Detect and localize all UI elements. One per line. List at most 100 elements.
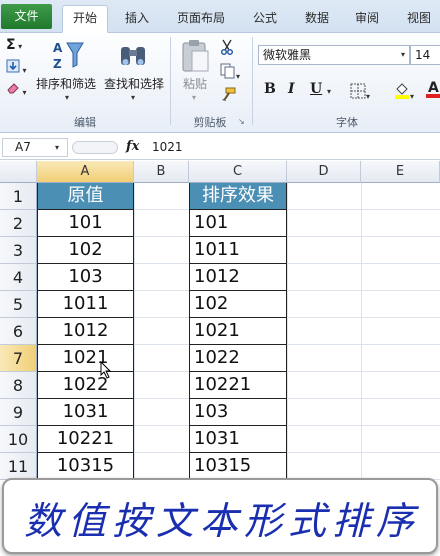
- group-divider: [170, 37, 171, 125]
- table-cell[interactable]: 102: [37, 237, 134, 264]
- scissors-icon: [220, 39, 234, 56]
- table-cell[interactable]: 10315: [37, 453, 134, 480]
- clear-button[interactable]: ▾: [6, 81, 34, 99]
- copy-button[interactable]: ▾: [220, 63, 246, 81]
- table-cell[interactable]: 1021: [37, 345, 134, 372]
- clipboard-icon: [182, 40, 209, 72]
- svg-text:Z: Z: [53, 57, 62, 71]
- sort-filter-label: 排序和筛选: [36, 77, 97, 91]
- row-header[interactable]: 7: [0, 345, 37, 372]
- sort-az-funnel-icon: A Z: [53, 41, 84, 71]
- borders-button[interactable]: ▾: [350, 83, 378, 101]
- column-header-d[interactable]: D: [287, 161, 361, 183]
- caption-banner: 数值按文本形式排序: [2, 478, 438, 554]
- row-header[interactable]: 1: [0, 183, 37, 210]
- svg-text:A: A: [53, 41, 63, 55]
- row-header[interactable]: 8: [0, 372, 37, 399]
- copy-icon: [220, 63, 235, 79]
- binoculars-icon: [121, 47, 145, 65]
- table-cell[interactable]: 101: [37, 210, 134, 237]
- bold-button[interactable]: B: [264, 81, 276, 97]
- table-cell[interactable]: 103: [37, 264, 134, 291]
- table-cell[interactable]: 10221: [37, 426, 134, 453]
- table-cell[interactable]: 101: [189, 210, 287, 237]
- tab-formulas[interactable]: 公式: [244, 6, 286, 32]
- column-header-e[interactable]: E: [361, 161, 440, 183]
- underline-button[interactable]: U: [310, 81, 322, 97]
- name-box[interactable]: A7 ▾: [2, 138, 68, 157]
- row-header[interactable]: 2: [0, 210, 37, 237]
- formula-bar: A7 ▾ fx 1021: [0, 136, 440, 160]
- table-cell[interactable]: 1021: [189, 318, 287, 345]
- tab-data[interactable]: 数据: [296, 6, 338, 32]
- tab-home[interactable]: 开始: [62, 5, 108, 33]
- tab-review[interactable]: 审阅: [346, 6, 388, 32]
- table-cell[interactable]: 1031: [189, 426, 287, 453]
- name-box-value: A7: [15, 140, 31, 154]
- group-label-font: 字体: [336, 116, 358, 129]
- find-select-button[interactable]: 查找和选择 ▾: [104, 37, 164, 111]
- row-header[interactable]: 9: [0, 399, 37, 426]
- paint-bucket-icon: [395, 83, 409, 99]
- sort-filter-button[interactable]: A Z 排序和筛选 ▾: [36, 37, 96, 111]
- column-header-c[interactable]: C: [189, 161, 287, 183]
- select-all-corner[interactable]: [0, 161, 37, 183]
- table-cell[interactable]: 103: [189, 399, 287, 426]
- formula-input[interactable]: 1021: [152, 140, 183, 154]
- table-cell[interactable]: 1012: [189, 264, 287, 291]
- font-name-value: 微软雅黑: [263, 48, 312, 62]
- table-cell[interactable]: 10221: [189, 372, 287, 399]
- table-cell[interactable]: 10315: [189, 453, 287, 480]
- font-size-select[interactable]: 14: [410, 45, 440, 65]
- table-cell[interactable]: 1031: [37, 399, 134, 426]
- row-header[interactable]: 5: [0, 291, 37, 318]
- table-cell[interactable]: 1012: [37, 318, 134, 345]
- gridline: [287, 183, 288, 480]
- row-header[interactable]: 11: [0, 453, 37, 480]
- paste-button[interactable]: 粘贴 ▾: [176, 37, 214, 111]
- group-label-edit: 编辑: [74, 116, 96, 129]
- cut-button[interactable]: [220, 39, 236, 56]
- svg-text:A: A: [428, 80, 439, 96]
- column-header-a[interactable]: A: [37, 161, 134, 183]
- group-divider: [252, 37, 253, 125]
- gridline: [361, 183, 362, 480]
- row-header[interactable]: 4: [0, 264, 37, 291]
- table-cell[interactable]: 102: [189, 291, 287, 318]
- dialog-launcher-icon[interactable]: ↘: [238, 117, 248, 127]
- caption-text: 数值按文本形式排序: [23, 499, 420, 543]
- table-header-cell[interactable]: 排序效果: [189, 183, 287, 210]
- fill-down-icon: [6, 59, 20, 73]
- font-color-button[interactable]: A: [426, 79, 440, 99]
- formula-bar-resize-handle[interactable]: [72, 141, 118, 154]
- italic-button[interactable]: I: [288, 81, 295, 97]
- chevron-down-icon: ▾: [192, 93, 197, 102]
- fill-button[interactable]: ▾: [6, 59, 34, 77]
- paste-label: 粘贴: [183, 77, 208, 91]
- tab-file[interactable]: 文件: [1, 4, 52, 29]
- gridline: [134, 183, 135, 480]
- table-cell[interactable]: 1011: [189, 237, 287, 264]
- chevron-down-icon: ▾: [400, 50, 405, 59]
- insert-function-button[interactable]: fx: [126, 139, 139, 154]
- chevron-down-icon: ▾: [65, 93, 70, 102]
- row-header[interactable]: 10: [0, 426, 37, 453]
- table-cell[interactable]: 1022: [189, 345, 287, 372]
- tab-insert[interactable]: 插入: [116, 6, 158, 32]
- column-header-b[interactable]: B: [134, 161, 189, 183]
- tab-page-layout[interactable]: 页面布局: [168, 6, 234, 32]
- table-cell[interactable]: 1011: [37, 291, 134, 318]
- table-cell[interactable]: 1022: [37, 372, 134, 399]
- eraser-icon: [7, 83, 19, 94]
- font-name-select[interactable]: 微软雅黑 ▾: [258, 45, 410, 65]
- border-grid-icon: [350, 83, 366, 99]
- fill-color-button[interactable]: ▾: [394, 81, 420, 101]
- autosum-button[interactable]: Σ ▾: [6, 37, 34, 55]
- ribbon-tab-bar: 文件 开始 插入 页面布局 公式 数据 审阅 视图: [0, 0, 440, 33]
- row-header[interactable]: 6: [0, 318, 37, 345]
- row-header[interactable]: 3: [0, 237, 37, 264]
- tab-view[interactable]: 视图: [398, 6, 440, 32]
- table-header-cell[interactable]: 原值: [37, 183, 134, 210]
- sigma-icon: Σ: [6, 37, 16, 53]
- format-painter-button[interactable]: [220, 87, 236, 103]
